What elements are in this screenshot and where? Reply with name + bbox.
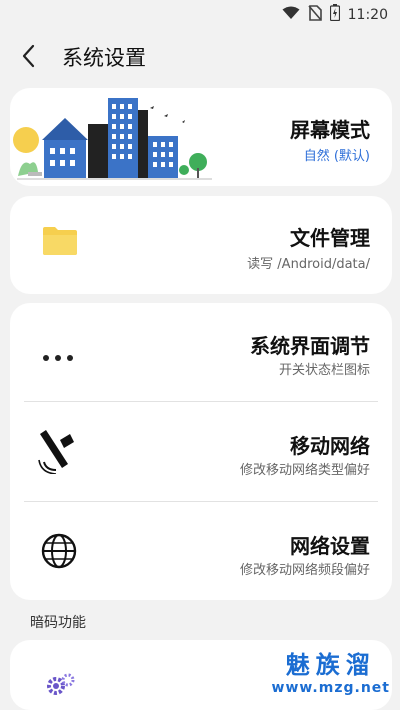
system-ui-tuner-item[interactable]: 系统界面调节 开关状态栏图标 xyxy=(10,303,392,401)
globe-icon xyxy=(40,532,78,574)
item-subtitle: 修改移动网络频段偏好 xyxy=(239,563,370,578)
screen-mode-card[interactable]: 屏幕模式 自然 (默认) xyxy=(10,88,392,186)
item-subtitle: 自然 (默认) xyxy=(303,149,370,164)
status-time: 11:20 xyxy=(347,6,388,23)
battery-charging-icon xyxy=(329,4,340,25)
folder-icon xyxy=(42,226,78,260)
app-header: 系统设置 xyxy=(0,34,400,78)
back-button[interactable] xyxy=(18,42,42,70)
back-arrow-icon xyxy=(22,44,35,68)
page-title: 系统设置 xyxy=(62,46,146,70)
status-bar: 11:20 xyxy=(0,0,400,26)
watermark-text: 魅族溜 xyxy=(285,651,376,679)
item-title: 文件管理 xyxy=(290,226,370,250)
network-settings-item[interactable]: 网络设置 修改移动网络频段偏好 xyxy=(10,502,392,600)
wifi-icon xyxy=(282,6,300,24)
item-title: 系统界面调节 xyxy=(250,334,370,358)
watermark-logo: 魅族溜 www.mzg.net xyxy=(272,645,390,696)
more-dots-icon xyxy=(42,347,76,366)
mobile-network-item[interactable]: 移动网络 修改移动网络类型偏好 xyxy=(10,402,392,501)
watermark-url: www.mzg.net xyxy=(271,680,390,696)
no-sim-icon xyxy=(308,4,322,25)
item-title: 屏幕模式 xyxy=(290,118,370,142)
item-subtitle: 读写 /Android/data/ xyxy=(247,257,370,272)
satellite-icon xyxy=(36,426,78,478)
file-manager-card[interactable]: 文件管理 读写 /Android/data/ xyxy=(10,196,392,294)
item-title: 网络设置 xyxy=(290,534,370,558)
item-subtitle: 修改移动网络类型偏好 xyxy=(239,463,370,478)
gears-icon xyxy=(46,672,76,700)
system-settings-group: 系统界面调节 开关状态栏图标 移动网络 修改移动网络类型偏好 网络设置 修改移动… xyxy=(10,303,392,600)
item-subtitle: 开关状态栏图标 xyxy=(278,363,370,378)
item-title: 移动网络 xyxy=(290,434,370,458)
status-icons: 11:20 xyxy=(282,4,388,25)
section-label: 暗码功能 xyxy=(30,615,86,631)
city-illustration-icon xyxy=(12,92,217,186)
